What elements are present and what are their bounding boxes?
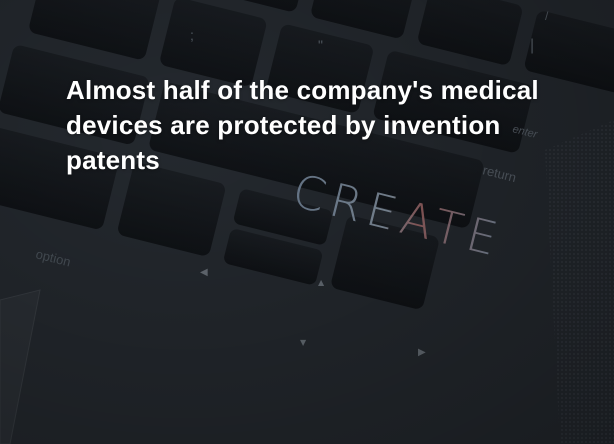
keyboard-background-image: ; " | / enter return option ◀ ▲ ▼ ▶ CREA… [0,0,614,444]
down-arrow-icon: ▼ [300,338,307,347]
semicolon-key-label: ; [190,27,194,43]
article-card[interactable]: ; " | / enter return option ◀ ▲ ▼ ▶ CREA… [0,0,614,444]
up-arrow-icon: ▲ [318,278,325,287]
bar-key-label: | [530,37,534,54]
quote-key-label: " [318,37,323,53]
headline[interactable]: Almost half of the company's medical dev… [66,73,566,178]
left-arrow-icon: ◀ [200,267,208,278]
right-arrow-icon: ▶ [418,347,426,358]
